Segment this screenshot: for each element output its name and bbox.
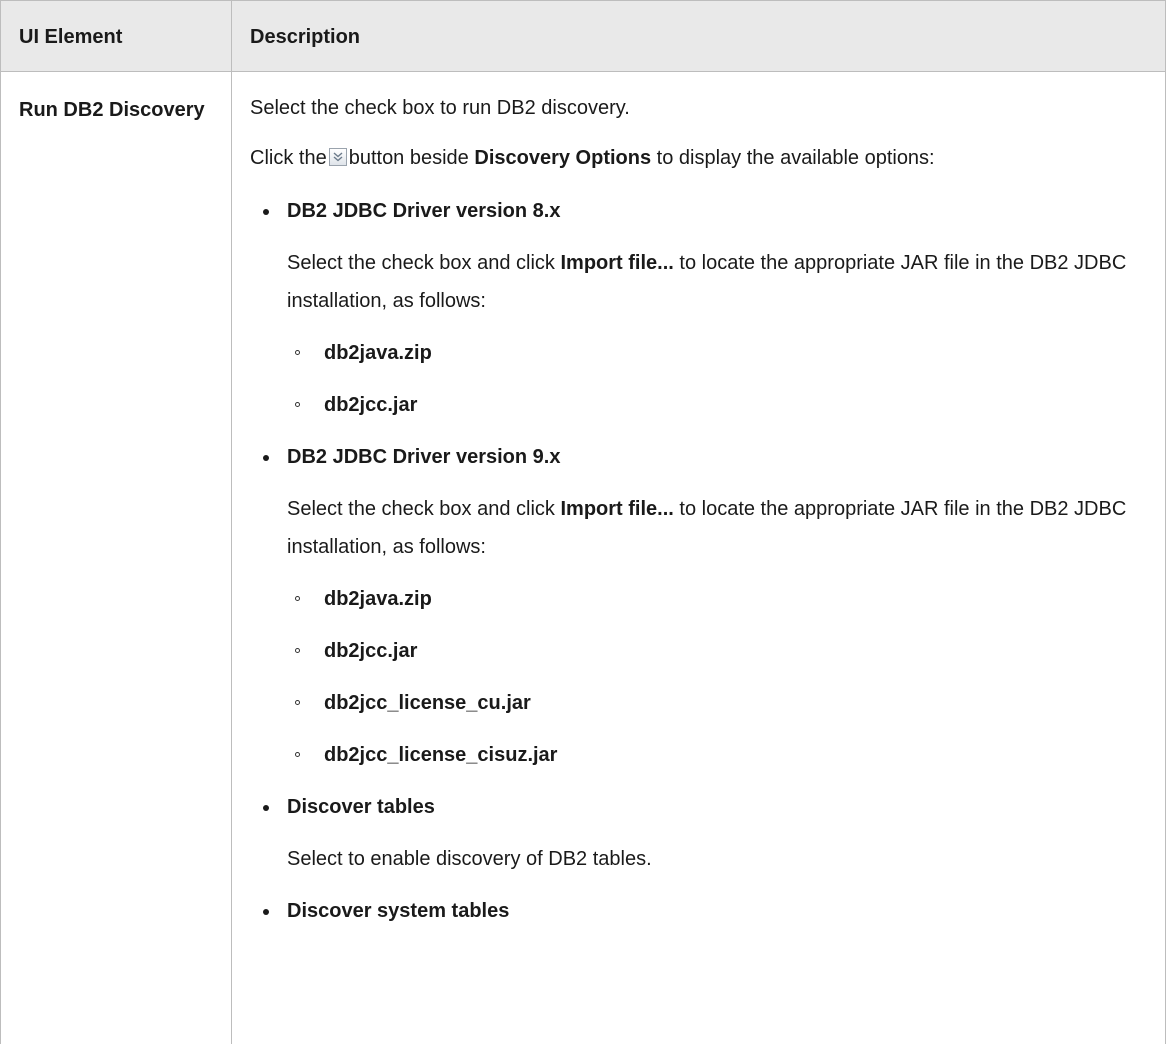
intro-text: Select the check box to run DB2 discover… (250, 97, 630, 119)
file-name: db2jcc_license_cu.jar (324, 692, 531, 714)
option-description: Select the check box and click Import fi… (287, 244, 1155, 320)
option-body: Select the check box and click Import fi… (250, 244, 1155, 424)
circle-bullet-icon (295, 752, 300, 757)
circle-bullet-icon (295, 648, 300, 653)
option-item: Discover tables (250, 788, 1155, 826)
option-description: Select the check box and click Import fi… (287, 490, 1155, 566)
file-name: db2jcc_license_cisuz.jar (324, 744, 558, 766)
file-item: db2jcc_license_cisuz.jar (287, 736, 1155, 774)
option-title: Discover system tables (287, 900, 510, 922)
file-item: db2jcc.jar (287, 386, 1155, 424)
click-mid: button beside (348, 147, 469, 169)
file-item: db2jcc.jar (287, 632, 1155, 670)
option-description: Select to enable discovery of DB2 tables… (287, 848, 652, 870)
column-divider (231, 0, 232, 1044)
double-chevron-down-icon[interactable] (328, 148, 347, 166)
file-name: db2java.zip (324, 342, 432, 364)
import-file-label: Import file... (560, 252, 674, 274)
table-left-border (0, 0, 1, 1044)
table-header-row: UI Element Description (0, 0, 1166, 72)
bullet-icon (263, 455, 269, 461)
circle-bullet-icon (295, 402, 300, 407)
circle-bullet-icon (295, 700, 300, 705)
option-title: Discover tables (287, 796, 435, 818)
circle-bullet-icon (295, 350, 300, 355)
header-description: Description (250, 26, 361, 48)
import-file-label: Import file... (560, 498, 674, 520)
ui-element-name: Run DB2 Discovery (19, 99, 205, 121)
bullet-icon (263, 805, 269, 811)
option-item: DB2 JDBC Driver version 9.x (250, 438, 1155, 476)
discovery-options-label: Discovery Options (474, 147, 652, 169)
click-prefix: Click the (250, 147, 327, 169)
file-name: db2jcc.jar (324, 640, 418, 662)
click-instruction: Click the button beside Discovery Options… (250, 139, 1155, 177)
ui-element-table: UI Element Description Run DB2 Discovery… (0, 0, 1166, 1044)
header-ui-element: UI Element (19, 26, 123, 48)
option-item: Discover system tables (250, 892, 1155, 930)
desc-prefix: Select the check box and click (287, 252, 555, 274)
desc-prefix: Select the check box and click (287, 498, 555, 520)
circle-bullet-icon (295, 596, 300, 601)
file-item: db2java.zip (287, 334, 1155, 372)
file-name: db2jcc.jar (324, 394, 418, 416)
click-suffix: to display the available options: (656, 147, 935, 169)
file-name: db2java.zip (324, 588, 432, 610)
option-item: DB2 JDBC Driver version 8.x (250, 192, 1155, 230)
description-cell: Select the check box to run DB2 discover… (250, 89, 1155, 944)
file-item: db2jcc_license_cu.jar (287, 684, 1155, 722)
file-item: db2java.zip (287, 580, 1155, 618)
option-title: DB2 JDBC Driver version 9.x (287, 446, 561, 468)
option-body: Select the check box and click Import fi… (250, 490, 1155, 774)
option-title: DB2 JDBC Driver version 8.x (287, 200, 561, 222)
bullet-icon (263, 209, 269, 215)
option-body: Select to enable discovery of DB2 tables… (250, 840, 1155, 878)
bullet-icon (263, 909, 269, 915)
